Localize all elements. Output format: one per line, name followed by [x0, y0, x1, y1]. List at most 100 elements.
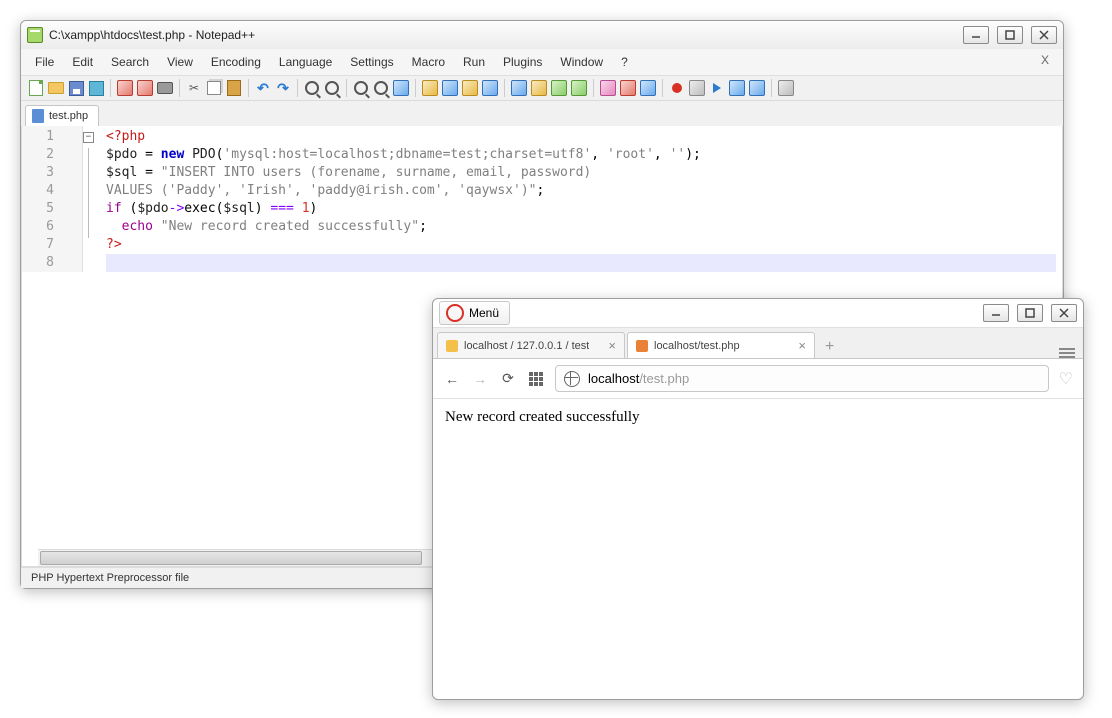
monitoring-icon[interactable]	[570, 79, 588, 97]
opera-menu-label: Menü	[469, 306, 499, 320]
tab-close-icon[interactable]: ×	[792, 338, 806, 353]
toolbar-separator	[415, 79, 416, 97]
redo-icon[interactable]: ↷	[274, 79, 292, 97]
url-input[interactable]	[697, 370, 1039, 387]
close-all-icon[interactable]	[136, 79, 154, 97]
browser-tab-label: localhost / 127.0.0.1 / test	[464, 340, 589, 352]
menubar-close-button[interactable]: X	[1033, 51, 1057, 73]
toolbar-separator	[346, 79, 347, 97]
paste-icon[interactable]	[225, 79, 243, 97]
bookmark-heart-icon[interactable]: ♡	[1059, 369, 1073, 389]
tab-close-icon[interactable]: ×	[602, 338, 616, 353]
sync-scroll-icon[interactable]	[392, 79, 410, 97]
save-macro-icon[interactable]	[748, 79, 766, 97]
address-bar[interactable]: localhost/test.php	[555, 365, 1049, 392]
toolbar-separator	[297, 79, 298, 97]
menu-macro[interactable]: Macro	[404, 51, 453, 73]
close-button[interactable]	[1031, 26, 1057, 44]
notepad-titlebar[interactable]: C:\xampp\htdocs\test.php - Notepad++	[21, 21, 1063, 49]
notepad-title: C:\xampp\htdocs\test.php - Notepad++	[43, 28, 963, 42]
run-macro-icon[interactable]	[728, 79, 746, 97]
code-content[interactable]: <?php $pdo = new PDO('mysql:host=localho…	[100, 126, 1062, 274]
maximize-button[interactable]	[997, 26, 1023, 44]
play-macro-icon[interactable]	[708, 79, 726, 97]
file-tab-label: test.php	[49, 110, 88, 122]
browser-viewport: New record created successfully	[433, 399, 1083, 699]
new-tab-button[interactable]: +	[817, 336, 842, 358]
menu-view[interactable]: View	[159, 51, 201, 73]
print-icon[interactable]	[156, 79, 174, 97]
indent-guide-icon[interactable]	[461, 79, 479, 97]
close-button[interactable]	[1051, 304, 1077, 322]
save-icon[interactable]	[67, 79, 85, 97]
stop-macro-icon[interactable]	[688, 79, 706, 97]
menu-search[interactable]: Search	[103, 51, 157, 73]
udl-icon[interactable]	[481, 79, 499, 97]
new-file-icon[interactable]	[27, 79, 45, 97]
tab-menu-icon[interactable]	[1055, 348, 1079, 358]
toolbar-separator	[593, 79, 594, 97]
menu-encoding[interactable]: Encoding	[203, 51, 269, 73]
speed-dial-button[interactable]	[527, 370, 545, 388]
browser-tab[interactable]: localhost / 127.0.0.1 / test ×	[437, 332, 625, 358]
notepad-tabstrip: test.php	[21, 101, 1063, 126]
save-all-icon[interactable]	[87, 79, 105, 97]
find-icon[interactable]	[303, 79, 321, 97]
browser-toolbar: ← → ⟳ localhost/test.php ♡	[433, 359, 1083, 399]
menu-edit[interactable]: Edit	[64, 51, 101, 73]
menu-help[interactable]: ?	[613, 51, 636, 73]
file-type-icon	[32, 109, 44, 123]
minimize-button[interactable]	[963, 26, 989, 44]
wordwrap-icon[interactable]	[421, 79, 439, 97]
menu-plugins[interactable]: Plugins	[495, 51, 550, 73]
toolbar-separator	[248, 79, 249, 97]
folder-workspace-icon[interactable]	[550, 79, 568, 97]
zoom-in-icon[interactable]	[352, 79, 370, 97]
browser-window: Menü localhost / 127.0.0.1 / test × loca…	[432, 298, 1084, 700]
tool-icon[interactable]	[619, 79, 637, 97]
file-tab[interactable]: test.php	[25, 105, 99, 126]
menu-file[interactable]: File	[27, 51, 62, 73]
globe-icon	[564, 371, 580, 387]
open-file-icon[interactable]	[47, 79, 65, 97]
url-host: localhost	[588, 371, 639, 386]
fold-toggle-icon[interactable]: −	[83, 132, 94, 143]
extra-tool-icon[interactable]	[777, 79, 795, 97]
minimize-button[interactable]	[983, 304, 1009, 322]
page-content-text: New record created successfully	[445, 409, 640, 425]
forward-button[interactable]: →	[471, 370, 489, 388]
browser-titlebar[interactable]: Menü	[433, 299, 1083, 328]
zoom-out-icon[interactable]	[372, 79, 390, 97]
line-number-gutter: 1 2 3 4 5 6 7 8	[22, 126, 83, 272]
menu-settings[interactable]: Settings	[342, 51, 401, 73]
notepad-menubar: File Edit Search View Encoding Language …	[21, 49, 1063, 76]
menu-window[interactable]: Window	[552, 51, 611, 73]
notepad-app-icon	[27, 27, 43, 43]
func-list-icon[interactable]	[530, 79, 548, 97]
doc-map-icon[interactable]	[510, 79, 528, 97]
browser-tab-label: localhost/test.php	[654, 340, 740, 352]
toolbar-separator	[110, 79, 111, 97]
reload-button[interactable]: ⟳	[499, 370, 517, 388]
toolbar-separator	[179, 79, 180, 97]
maximize-button[interactable]	[1017, 304, 1043, 322]
toolbar-separator	[662, 79, 663, 97]
copy-icon[interactable]	[205, 79, 223, 97]
opera-logo-icon	[446, 304, 464, 322]
replace-icon[interactable]	[323, 79, 341, 97]
record-macro-icon[interactable]	[668, 79, 686, 97]
cut-icon[interactable]: ✂	[185, 79, 203, 97]
browser-tab[interactable]: localhost/test.php ×	[627, 332, 815, 358]
undo-icon[interactable]: ↶	[254, 79, 272, 97]
all-chars-icon[interactable]	[441, 79, 459, 97]
close-file-icon[interactable]	[116, 79, 134, 97]
tool-icon[interactable]	[639, 79, 657, 97]
opera-menu-button[interactable]: Menü	[439, 301, 510, 325]
url-path: /test.php	[639, 371, 689, 386]
menu-language[interactable]: Language	[271, 51, 340, 73]
notepad-toolbar: ✂ ↶ ↷	[21, 76, 1063, 101]
back-button[interactable]: ←	[443, 370, 461, 388]
browser-tabstrip: localhost / 127.0.0.1 / test × localhost…	[433, 328, 1083, 359]
menu-run[interactable]: Run	[455, 51, 493, 73]
tool-icon[interactable]	[599, 79, 617, 97]
